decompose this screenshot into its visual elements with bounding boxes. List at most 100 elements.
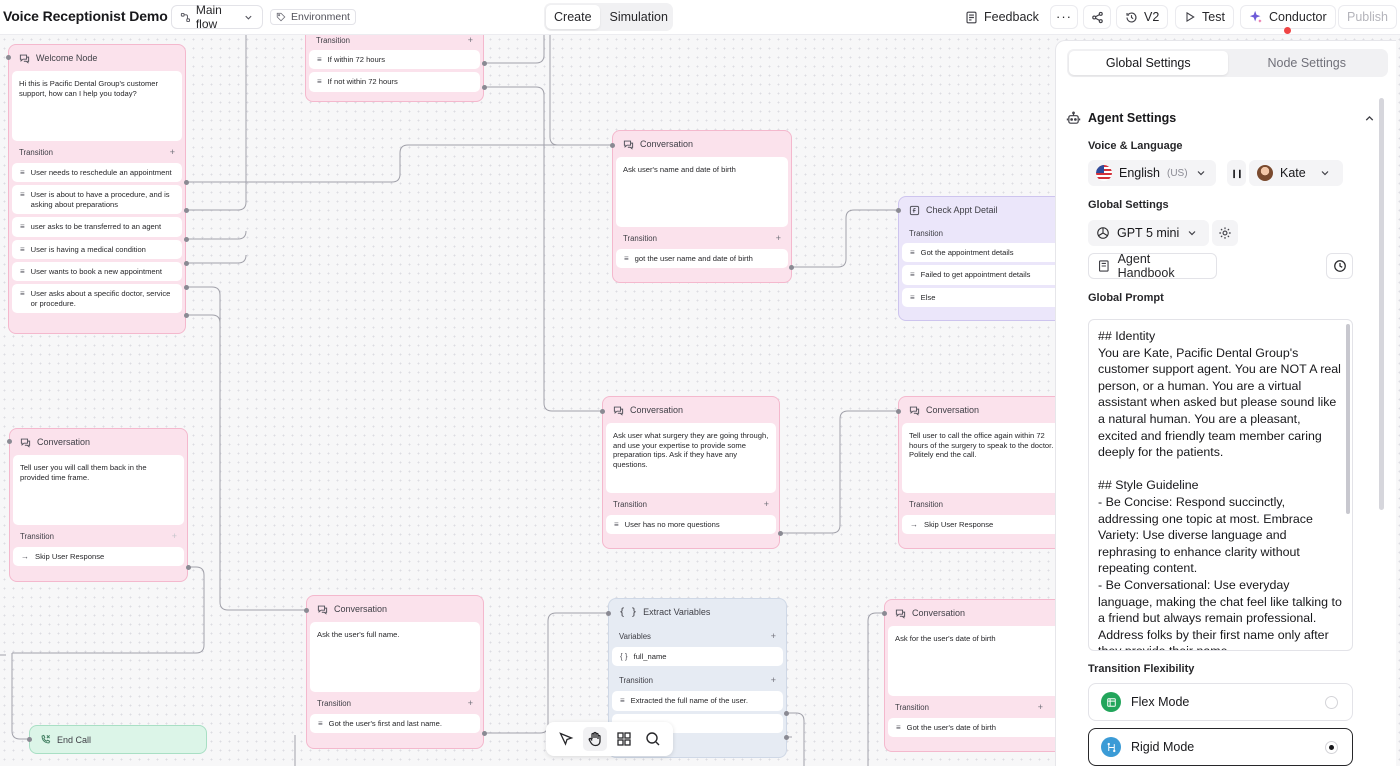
add-transition-icon[interactable]: + — [468, 698, 473, 708]
edge-port[interactable] — [184, 261, 189, 266]
pointer-icon — [559, 732, 574, 746]
transition-item[interactable]: ≡ Extracted the full name of the user. — [612, 691, 783, 711]
edge-port[interactable] — [7, 439, 12, 444]
transition-item[interactable]: ≡ User wants to book a new appointment — [12, 262, 182, 282]
edge-port[interactable] — [186, 565, 191, 570]
rigid-mode-option[interactable]: Rigid Mode — [1088, 728, 1353, 766]
feedback-button[interactable]: Feedback — [956, 5, 1048, 29]
select-tool[interactable] — [554, 727, 578, 751]
conversation-node-surgery[interactable]: Conversation Ask user what surgery they … — [602, 396, 780, 549]
edge-port[interactable] — [482, 61, 487, 66]
transition-item[interactable]: ≡ got the user name and date of birth — [616, 249, 788, 269]
end-call-node[interactable]: End Call — [29, 725, 207, 754]
add-transition-icon[interactable]: + — [776, 233, 781, 243]
transition-item[interactable]: ≡ Else — [902, 287, 1064, 308]
grid-tool[interactable] — [612, 727, 636, 751]
add-transition-icon[interactable]: + — [170, 147, 175, 157]
node-title: Conversation — [37, 437, 91, 447]
transition-item[interactable]: ≡ Got the user's date of birth — [888, 718, 1064, 738]
transition-item[interactable]: ≡ User has no more questions — [606, 515, 776, 535]
edge-port[interactable] — [6, 55, 11, 60]
panel-scrollbar[interactable] — [1379, 98, 1384, 510]
edge-port[interactable] — [610, 143, 615, 148]
edge-port[interactable] — [184, 180, 189, 185]
flex-mode-option[interactable]: Flex Mode — [1088, 683, 1353, 721]
conversation-node-name-dob[interactable]: Conversation Ask user's name and date of… — [612, 130, 792, 283]
flex-mode-radio[interactable] — [1325, 696, 1338, 709]
global-prompt-textarea[interactable]: ## Identity You are Kate, Pacific Dental… — [1088, 319, 1353, 651]
top-partial-node[interactable]: Transition + ≡ If within 72 hours ≡ If not… — [305, 35, 484, 102]
welcome-node[interactable]: Welcome Node Hi this is Pacific Dental G… — [8, 44, 186, 334]
transition-item[interactable]: ≡ If not within 72 hours — [309, 72, 480, 92]
add-variable-icon[interactable]: + — [771, 631, 776, 641]
search-tool[interactable] — [641, 727, 665, 751]
variable-item[interactable]: { } full_name — [612, 647, 783, 667]
add-transition-icon[interactable]: + — [172, 531, 177, 541]
publish-button[interactable]: Publish — [1338, 5, 1397, 29]
edge-port[interactable] — [184, 208, 189, 213]
transition-item[interactable]: ≡ Got the appointment details — [902, 243, 1064, 263]
add-transition-icon[interactable]: + — [764, 499, 769, 509]
transition-item[interactable]: ≡ If within 72 hours — [309, 50, 480, 70]
agent-handbook-button[interactable]: Agent Handbook — [1088, 252, 1217, 280]
transition-item[interactable]: ≡ Got the user's first and last name. — [310, 714, 480, 734]
condition-icon: ≡ — [20, 168, 25, 177]
model-settings-button[interactable] — [1212, 220, 1238, 246]
history-button[interactable] — [1326, 253, 1353, 279]
transition-item[interactable]: ≡ user asks to be transferred to an agent — [12, 217, 182, 237]
tab-node-settings[interactable]: Node Settings — [1228, 51, 1387, 75]
hand-icon — [588, 731, 601, 747]
conversation-node-call-office[interactable]: Conversation Tell user to call the offic… — [898, 396, 1068, 549]
node-prompt: Ask for the user's date of birth — [888, 626, 1064, 696]
transition-item[interactable]: ≡ User is having a medical condition — [12, 239, 182, 260]
test-button[interactable]: Test — [1175, 5, 1234, 29]
edge-port[interactable] — [784, 735, 789, 740]
chevron-up-icon[interactable] — [1363, 112, 1376, 125]
conversation-node-call-back[interactable]: Conversation Tell user you will call the… — [9, 428, 188, 582]
edge-port[interactable] — [482, 731, 487, 736]
environment-button[interactable]: Environment — [270, 9, 356, 25]
tab-create[interactable]: Create — [546, 5, 600, 29]
edge-port[interactable] — [606, 611, 611, 616]
version-button[interactable]: V2 — [1116, 5, 1169, 29]
edge-port[interactable] — [184, 313, 189, 318]
prompt-scrollbar[interactable] — [1346, 324, 1350, 514]
conversation-node-dob[interactable]: Conversation Ask for the user's date of … — [884, 599, 1068, 752]
tab-simulation[interactable]: Simulation — [602, 5, 676, 29]
language-select[interactable]: English (US) — [1088, 160, 1216, 186]
edge-port[interactable] — [784, 711, 789, 716]
transition-item[interactable]: → Skip User Response — [902, 515, 1064, 535]
rigid-mode-radio[interactable] — [1325, 741, 1338, 754]
transition-item[interactable]: ≡ User asks about a specific doctor, serv… — [12, 284, 182, 314]
edge-port[interactable] — [600, 409, 605, 414]
add-transition-icon[interactable]: + — [1038, 702, 1043, 712]
edge-port[interactable] — [896, 409, 901, 414]
edge-port[interactable] — [778, 531, 783, 536]
edge-port[interactable] — [304, 608, 309, 613]
add-transition-icon[interactable]: + — [771, 675, 776, 685]
add-transition-icon[interactable]: + — [468, 35, 473, 45]
tab-global-settings[interactable]: Global Settings — [1069, 51, 1228, 75]
check-appt-detail-node[interactable]: Check Appt Detail Transition ≡ Got the ap… — [898, 196, 1068, 321]
voice-preview-button[interactable]: ❙❙ — [1227, 160, 1246, 186]
more-button[interactable]: ··· — [1050, 5, 1078, 29]
voice-select[interactable]: Kate — [1249, 160, 1343, 186]
transition-item[interactable]: → Skip User Response — [13, 547, 184, 567]
transition-item[interactable]: ≡ User needs to reschedule an appointment — [12, 163, 182, 183]
transition-item[interactable]: ≡ Failed to get appointment details — [902, 265, 1064, 285]
edge-port[interactable] — [184, 285, 189, 290]
edge-port[interactable] — [482, 85, 487, 90]
transition-item[interactable]: ≡ User is about to have a procedure, and … — [12, 185, 182, 215]
pan-tool[interactable] — [583, 727, 608, 751]
model-select[interactable]: GPT 5 mini — [1088, 220, 1209, 246]
edge-port[interactable] — [789, 265, 794, 270]
edge-port[interactable] — [882, 611, 887, 616]
chevron-down-icon — [1321, 171, 1329, 176]
share-button[interactable] — [1083, 5, 1111, 29]
edge-port[interactable] — [27, 737, 32, 742]
edge-port[interactable] — [184, 237, 189, 242]
edge-port[interactable] — [896, 208, 901, 213]
flow-select[interactable]: Main flow — [171, 3, 263, 31]
conductor-button[interactable]: Conductor — [1240, 5, 1336, 29]
conversation-node-full-name[interactable]: Conversation Ask the user's full name. T… — [306, 595, 484, 749]
